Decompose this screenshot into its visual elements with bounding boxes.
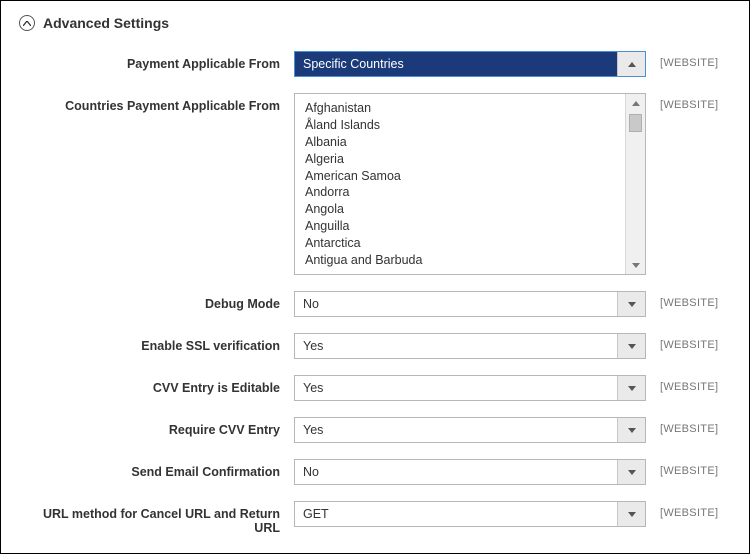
field-row-payment-applicable-from: Payment Applicable From Specific Countri… [19,51,731,77]
chevron-down-icon [617,502,645,526]
field-row-send-email: Send Email Confirmation No [WEBSITE] [19,459,731,485]
field-label: Countries Payment Applicable From [19,93,294,113]
field-label: Debug Mode [19,291,294,311]
field-row-url-method: URL method for Cancel URL and Return URL… [19,501,731,535]
select-value: Yes [295,334,617,358]
scroll-down-button[interactable] [626,256,645,274]
require-cvv-select[interactable]: Yes [294,417,646,443]
scope-label: [WEBSITE] [646,51,726,69]
scope-label: [WEBSITE] [646,93,726,111]
field-row-enable-ssl: Enable SSL verification Yes [WEBSITE] [19,333,731,359]
chevron-down-icon [632,263,640,268]
scope-label: [WEBSITE] [646,417,726,435]
listbox-items: Afghanistan Åland Islands Albania Algeri… [295,94,625,274]
scroll-track[interactable] [626,112,645,256]
url-method-select[interactable]: GET [294,501,646,527]
list-item[interactable]: Andorra [305,184,615,201]
select-value: No [295,460,617,484]
chevron-up-icon [19,15,35,31]
payment-applicable-from-select[interactable]: Specific Countries [294,51,646,77]
select-value: Yes [295,418,617,442]
select-value: Specific Countries [295,52,617,76]
field-label: Require CVV Entry [19,417,294,437]
field-label: Send Email Confirmation [19,459,294,479]
chevron-up-icon [632,101,640,106]
field-label: Payment Applicable From [19,51,294,71]
scrollbar[interactable] [625,94,645,274]
chevron-down-icon [617,460,645,484]
select-value: GET [295,502,617,526]
field-label: CVV Entry is Editable [19,375,294,395]
section-header[interactable]: Advanced Settings [19,15,731,31]
list-item[interactable]: American Samoa [305,168,615,185]
list-item[interactable]: Antarctica [305,235,615,252]
list-item[interactable]: Åland Islands [305,117,615,134]
cvv-editable-select[interactable]: Yes [294,375,646,401]
scope-label: [WEBSITE] [646,375,726,393]
field-row-debug-mode: Debug Mode No [WEBSITE] [19,291,731,317]
advanced-settings-panel: Advanced Settings Payment Applicable Fro… [0,0,750,554]
chevron-up-icon [617,52,645,76]
select-value: No [295,292,617,316]
section-title: Advanced Settings [43,15,169,31]
scope-label: [WEBSITE] [646,333,726,351]
list-item[interactable]: Afghanistan [305,100,615,117]
list-item[interactable]: Anguilla [305,218,615,235]
enable-ssl-select[interactable]: Yes [294,333,646,359]
list-item[interactable]: Antigua and Barbuda [305,252,615,269]
scroll-up-button[interactable] [626,94,645,112]
send-email-select[interactable]: No [294,459,646,485]
scope-label: [WEBSITE] [646,459,726,477]
list-item[interactable]: Angola [305,201,615,218]
select-value: Yes [295,376,617,400]
countries-listbox[interactable]: Afghanistan Åland Islands Albania Algeri… [294,93,646,275]
chevron-down-icon [617,334,645,358]
field-row-require-cvv: Require CVV Entry Yes [WEBSITE] [19,417,731,443]
debug-mode-select[interactable]: No [294,291,646,317]
list-item[interactable]: Albania [305,134,615,151]
scroll-thumb[interactable] [629,114,642,132]
scope-label: [WEBSITE] [646,291,726,309]
list-item[interactable]: Algeria [305,151,615,168]
field-row-cvv-editable: CVV Entry is Editable Yes [WEBSITE] [19,375,731,401]
chevron-down-icon [617,418,645,442]
scope-label: [WEBSITE] [646,501,726,519]
field-row-countries: Countries Payment Applicable From Afghan… [19,93,731,275]
chevron-down-icon [617,292,645,316]
field-label: URL method for Cancel URL and Return URL [19,501,294,535]
field-label: Enable SSL verification [19,333,294,353]
chevron-down-icon [617,376,645,400]
